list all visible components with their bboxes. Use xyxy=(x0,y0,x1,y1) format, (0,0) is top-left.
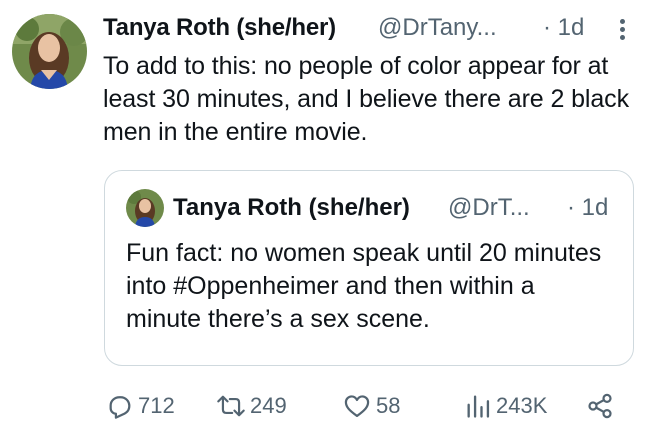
view-count: 243K xyxy=(496,393,548,418)
like-count: 58 xyxy=(376,393,401,418)
share-icon xyxy=(588,393,612,419)
tweet-header: Tanya Roth (she/her) @DrTany... · 1d xyxy=(103,12,633,46)
like-button[interactable]: 58 xyxy=(342,388,400,424)
reply-count: 712 xyxy=(138,393,175,418)
views-button[interactable]: 243K xyxy=(464,388,547,424)
more-icon[interactable] xyxy=(613,12,633,46)
avatar[interactable] xyxy=(12,14,87,89)
quote-avatar[interactable] xyxy=(126,189,164,227)
repost-button[interactable]: 249 xyxy=(216,388,287,424)
quote-author-handle[interactable]: @DrT... xyxy=(448,194,530,222)
tweet-timestamp[interactable]: · 1d xyxy=(543,14,584,42)
quote-author-name[interactable]: Tanya Roth (she/her) xyxy=(173,194,410,222)
views-icon xyxy=(467,395,490,418)
reply-button[interactable]: 712 xyxy=(106,388,175,424)
heart-icon xyxy=(344,395,370,418)
quote-avatar-photo xyxy=(126,189,164,227)
quoted-tweet[interactable]: Tanya Roth (she/her) @DrT... · 1d Fun fa… xyxy=(104,170,634,366)
author-name[interactable]: Tanya Roth (she/her) xyxy=(103,14,336,42)
quote-timestamp[interactable]: · 1d xyxy=(567,194,608,222)
avatar-photo xyxy=(12,14,87,89)
repost-count: 249 xyxy=(250,393,287,418)
author-handle[interactable]: @DrTany... xyxy=(378,14,497,42)
repost-icon xyxy=(217,395,245,417)
action-bar: 712 249 58 243K xyxy=(104,388,634,424)
quote-text: Fun fact: no women speak until 20 minute… xyxy=(126,239,602,333)
tweet-text: To add to this: no people of color appea… xyxy=(103,52,629,146)
reply-icon xyxy=(109,396,131,419)
share-button[interactable] xyxy=(586,388,614,424)
